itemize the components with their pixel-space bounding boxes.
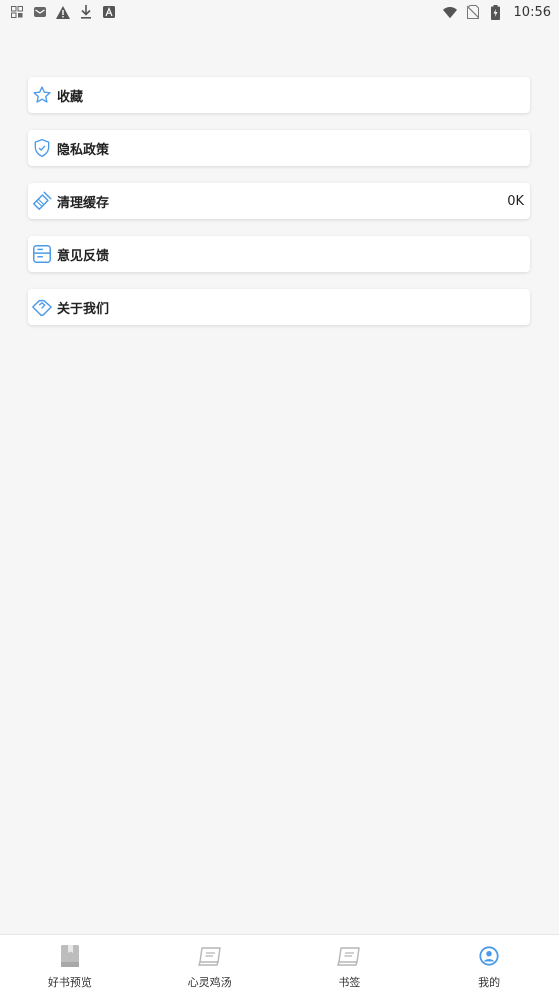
tab-label: 书签 [338, 976, 361, 989]
status-right-icons: 10:56 [442, 4, 551, 20]
tab-book-preview[interactable]: 好书预览 [0, 935, 140, 996]
font-icon [102, 5, 116, 19]
reading-book-icon [197, 944, 223, 968]
profile-screen: 10:56 收藏 隐私政策 清理缓存 0K 意见反馈 关于我们 好书预览 心灵鸡… [0, 0, 559, 996]
handshake-icon [31, 296, 53, 318]
status-bar: 10:56 [0, 0, 559, 24]
menu-item-favorites[interactable]: 收藏 [28, 77, 530, 113]
menu-item-feedback[interactable]: 意见反馈 [28, 236, 530, 272]
tab-label: 我的 [478, 976, 501, 989]
menu-item-privacy-policy[interactable]: 隐私政策 [28, 130, 530, 166]
cache-size-value: 0K [507, 193, 524, 209]
menu-item-label: 意见反馈 [57, 248, 110, 264]
tab-mine[interactable]: 我的 [419, 935, 559, 996]
settings-menu: 收藏 隐私政策 清理缓存 0K 意见反馈 关于我们 [28, 77, 530, 342]
broom-icon [31, 190, 53, 212]
menu-item-label: 清理缓存 [57, 195, 110, 211]
status-left-icons [10, 5, 116, 19]
tab-chicken-soup[interactable]: 心灵鸡汤 [140, 935, 280, 996]
menu-item-label: 关于我们 [57, 301, 110, 317]
bookmark-book-icon [336, 944, 362, 968]
menu-item-about-us[interactable]: 关于我们 [28, 289, 530, 325]
tab-label: 心灵鸡汤 [187, 976, 232, 989]
menu-item-label: 隐私政策 [57, 142, 110, 158]
battery-icon [489, 4, 503, 20]
shield-check-icon [31, 137, 53, 159]
grid-icon [10, 5, 24, 19]
mail-icon [33, 5, 47, 19]
profile-icon [476, 944, 502, 968]
no-sim-icon [466, 5, 480, 19]
feedback-icon [31, 243, 53, 265]
warning-icon [56, 5, 70, 19]
book-icon [57, 944, 83, 968]
tab-bookmarks[interactable]: 书签 [280, 935, 420, 996]
status-time: 10:56 [513, 4, 551, 20]
menu-item-label: 收藏 [57, 89, 84, 105]
bottom-nav: 好书预览 心灵鸡汤 书签 我的 [0, 934, 559, 996]
download-icon [79, 5, 93, 19]
tab-label: 好书预览 [47, 976, 92, 989]
star-icon [31, 84, 53, 106]
menu-item-clear-cache[interactable]: 清理缓存 0K [28, 183, 530, 219]
wifi-icon [442, 5, 457, 19]
